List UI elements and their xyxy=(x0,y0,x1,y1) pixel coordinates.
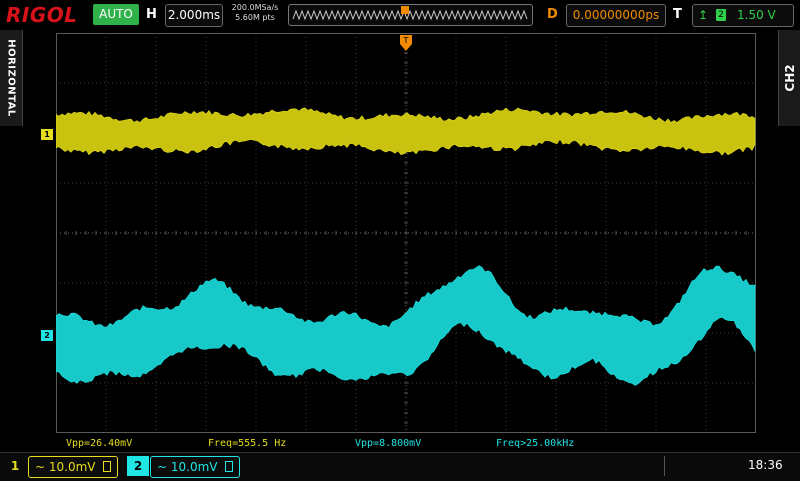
ch2-settings-button[interactable]: ~ 10.0mV xyxy=(150,456,240,478)
trigger-source-badge: 2 xyxy=(716,9,726,21)
ch1-waveform xyxy=(56,107,756,156)
trigger-status-badge[interactable]: AUTO xyxy=(93,4,139,25)
trigger-label: T xyxy=(673,7,682,22)
bandwidth-limit-icon xyxy=(103,461,112,472)
memory-overview-waveform xyxy=(292,9,528,21)
trigger-position-icon[interactable]: T xyxy=(400,35,412,51)
horizontal-label: H xyxy=(146,7,157,22)
ch2-vpp-measurement: Vpp=8.800mV xyxy=(355,438,422,449)
ch2-freq-measurement: Freq>25.00kHz xyxy=(496,438,575,449)
bottom-divider xyxy=(664,456,665,476)
ch1-settings-button[interactable]: ~ 10.0mV xyxy=(28,456,118,478)
horizontal-side-tab[interactable]: HORIZONTAL xyxy=(0,30,23,126)
trigger-settings[interactable]: ↥ 2 1.50 V xyxy=(692,4,794,27)
trigger-position-marker-icon xyxy=(401,6,409,14)
ac-coupling-icon: ~ xyxy=(157,460,168,474)
sample-rate: 200.0MSa/s xyxy=(231,3,279,12)
bandwidth-limit-icon xyxy=(225,461,234,472)
ch1-offset-marker[interactable]: 1 xyxy=(41,129,53,140)
ch2-tab-label: CH2 xyxy=(783,64,797,92)
ch1-vpp-measurement: Vpp=26.40mV xyxy=(66,438,133,449)
ch2-waveform xyxy=(56,265,756,386)
rising-edge-icon: ↥ xyxy=(698,8,709,22)
ch1-number[interactable]: 1 xyxy=(4,456,26,476)
ac-coupling-icon: ~ xyxy=(35,460,46,474)
system-clock: 18:36 xyxy=(748,458,783,472)
acquisition-info: 200.0MSa/s 5.60M pts xyxy=(226,3,284,23)
memory-depth: 5.60M pts xyxy=(235,13,275,22)
ch2-offset-marker[interactable]: 2 xyxy=(41,330,53,341)
svg-text:T: T xyxy=(403,36,409,45)
brand-logo: RIGOL xyxy=(6,3,78,27)
delay-label: D xyxy=(547,7,558,22)
memory-overview-bar[interactable] xyxy=(288,4,533,26)
horizontal-tab-label: HORIZONTAL xyxy=(5,39,17,117)
bottom-channel-bar xyxy=(0,452,800,481)
waveform-display[interactable] xyxy=(56,33,756,433)
ch2-scale: 10.0mV xyxy=(170,460,218,474)
ch1-freq-measurement: Freq=555.5 Hz xyxy=(208,438,287,449)
trigger-level: 1.50 V xyxy=(737,8,776,22)
ch2-number[interactable]: 2 xyxy=(127,456,149,476)
timebase-value[interactable]: 2.000ms xyxy=(165,4,223,27)
delay-value[interactable]: 0.00000000ps xyxy=(566,4,666,27)
ch1-scale: 10.0mV xyxy=(48,460,96,474)
ch2-side-tab[interactable]: CH2 xyxy=(778,30,800,126)
